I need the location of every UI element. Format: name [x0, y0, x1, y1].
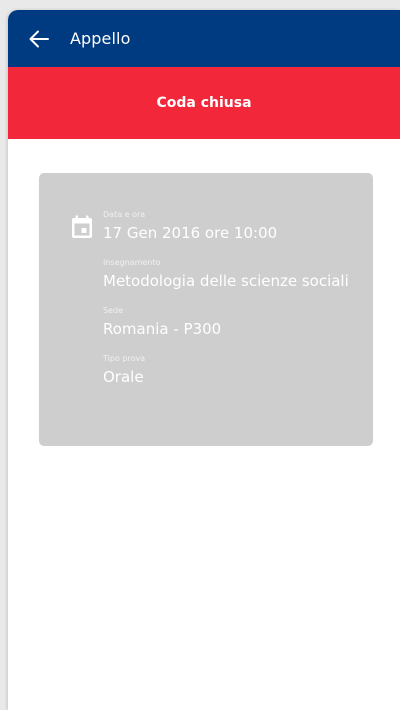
field-label: Sede	[103, 306, 123, 315]
field-label: Tipo prova	[103, 354, 146, 363]
field-location: Sede Romania - P300	[103, 306, 357, 340]
queue-status-text: Coda chiusa	[156, 95, 252, 111]
field-course: Insegnamento Metodologia delle scienze s…	[103, 258, 357, 292]
field-label: Data e ora	[103, 210, 146, 219]
queue-status-banner: Coda chiusa	[8, 67, 400, 139]
field-exam-type: Tipo prova Orale	[103, 354, 357, 388]
field-value: 17 Gen 2016 ore 10:00	[103, 224, 278, 242]
arrow-left-icon	[29, 30, 49, 47]
exam-fields: Data e ora 17 Gen 2016 ore 10:00 Insegna…	[103, 210, 357, 402]
back-button[interactable]	[26, 26, 52, 52]
field-value: Romania - P300	[103, 320, 222, 338]
app-screen: Appello Coda chiusa Data e ora 17 Gen 20…	[8, 10, 400, 710]
app-bar: Appello	[8, 10, 400, 67]
exam-details-card: Data e ora 17 Gen 2016 ore 10:00 Insegna…	[39, 173, 373, 446]
field-label: Insegnamento	[103, 258, 161, 267]
field-value: Orale	[103, 368, 144, 386]
page-title: Appello	[70, 29, 131, 48]
field-date-time: Data e ora 17 Gen 2016 ore 10:00	[103, 210, 357, 244]
field-value: Metodologia delle scienze sociali	[103, 272, 349, 290]
calendar-icon	[72, 215, 92, 238]
